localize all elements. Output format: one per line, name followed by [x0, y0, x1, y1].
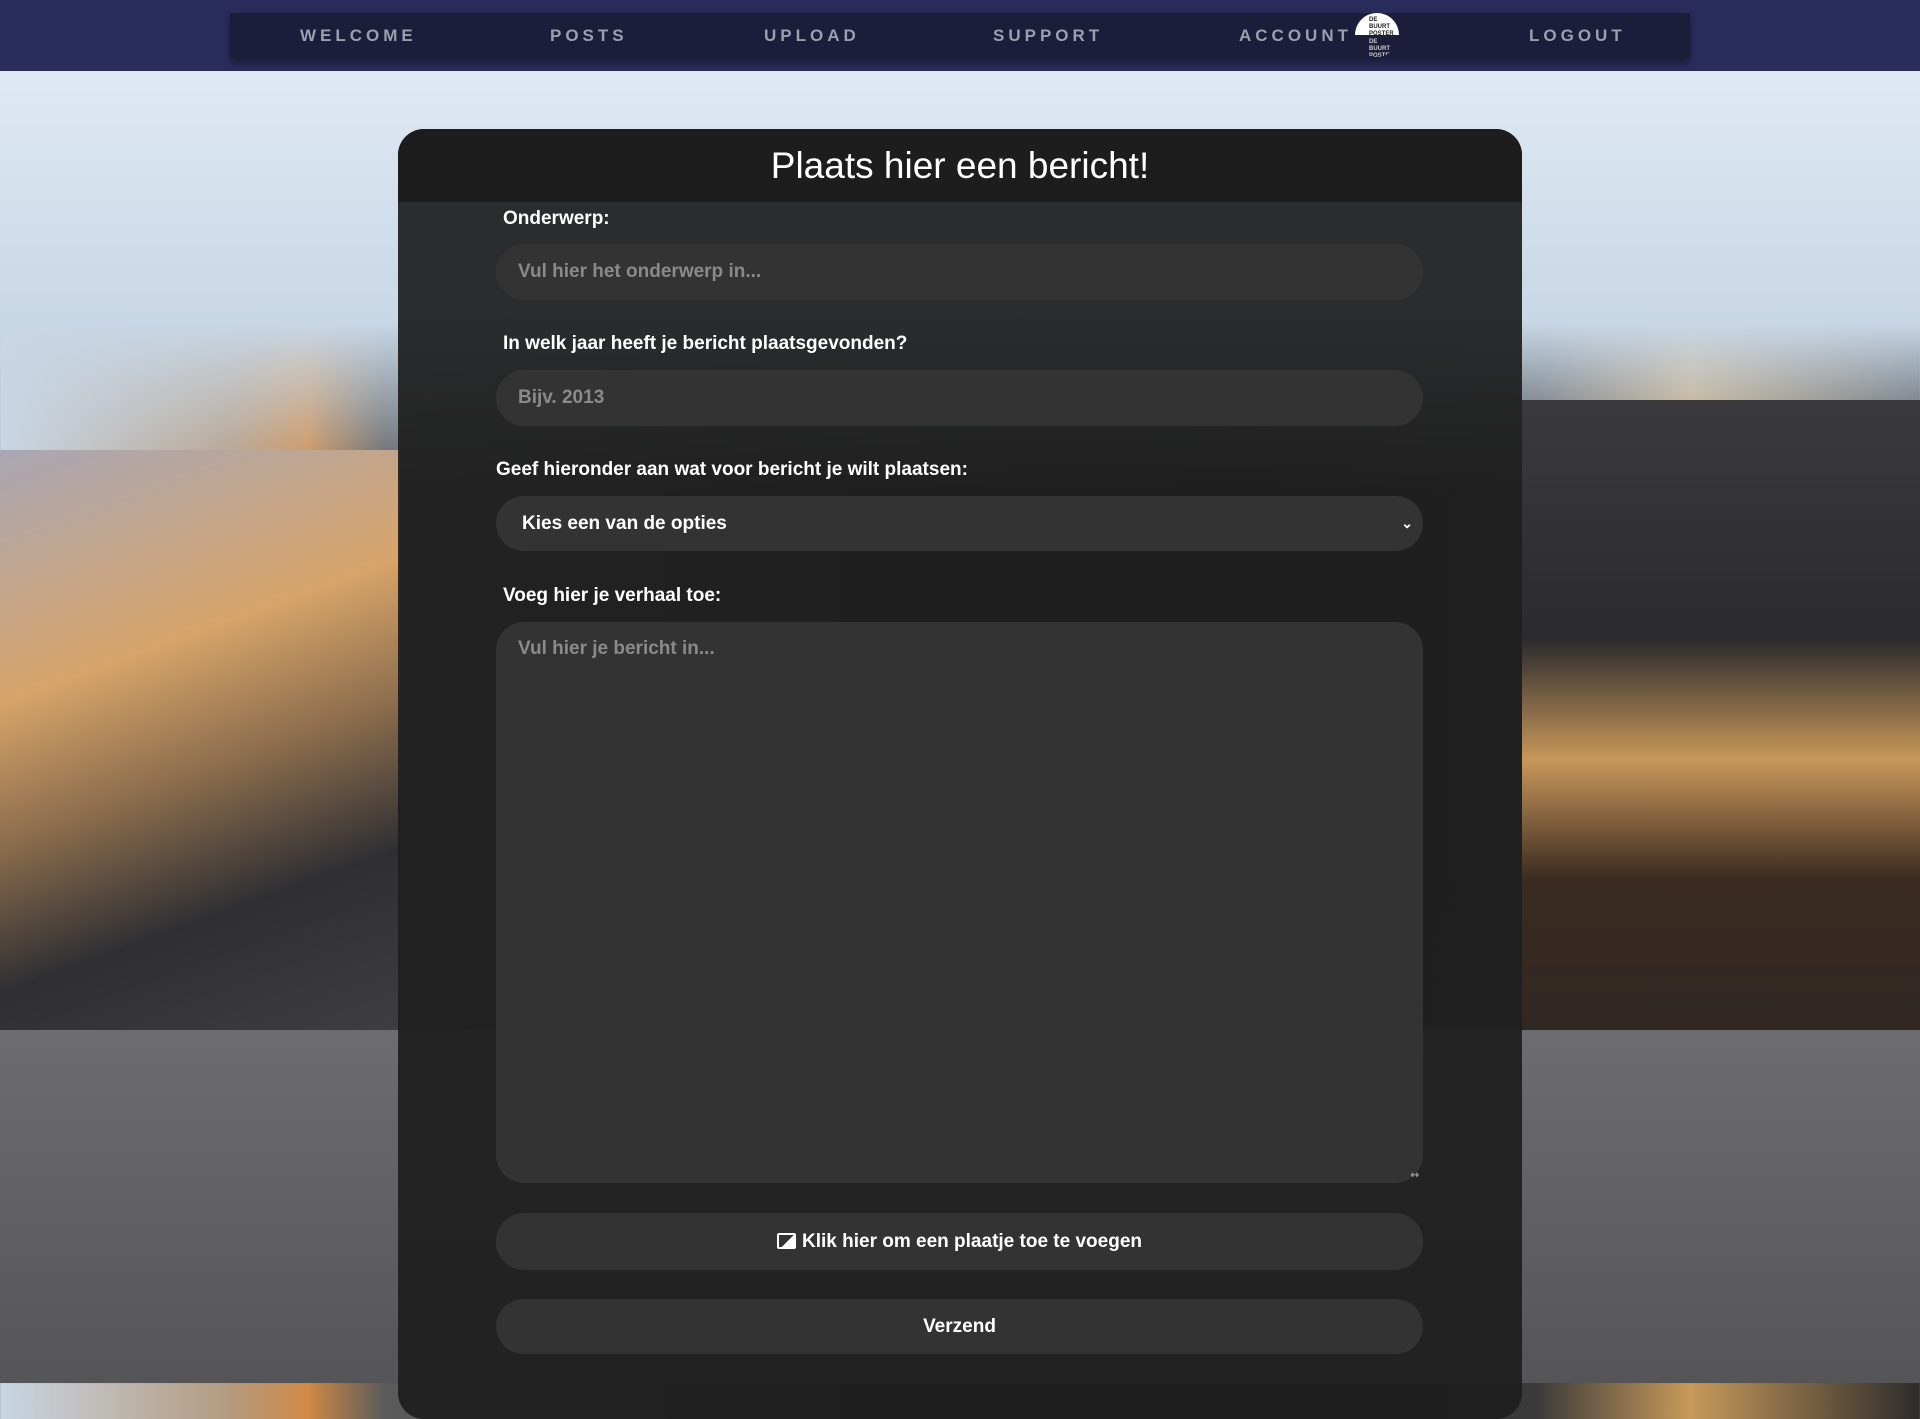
nav-welcome[interactable]: WELCOME — [300, 13, 417, 59]
nav-menu: WELCOME POSTS UPLOAD SUPPORT ACCOUNT DE … — [230, 13, 1690, 59]
story-textarea[interactable]: Vul hier je bericht in... ⇿ — [496, 622, 1423, 1183]
type-label: Geef hieronder aan wat voor bericht je w… — [496, 459, 968, 480]
subject-label: Onderwerp: — [503, 208, 610, 229]
buurtposter-logo[interactable]: DE BUURT POSTER DE BUURT POSTER — [1355, 13, 1399, 57]
type-select-value: Kies een van de opties — [522, 513, 727, 534]
story-placeholder: Vul hier je bericht in... — [518, 638, 715, 659]
chevron-down-icon: ⌄ — [1401, 515, 1413, 531]
submit-button[interactable]: Verzend — [496, 1299, 1423, 1354]
year-label: In welk jaar heeft je bericht plaatsgevo… — [503, 333, 908, 354]
nav-posts[interactable]: POSTS — [550, 13, 628, 59]
logo-text: DE BUURT POSTER — [1355, 13, 1399, 37]
add-image-label: Klik hier om een plaatje toe te voegen — [802, 1231, 1142, 1252]
story-label: Voeg hier je verhaal toe: — [503, 585, 722, 606]
add-image-button[interactable]: Klik hier om een plaatje toe te voegen — [496, 1213, 1423, 1270]
type-select[interactable]: Kies een van de opties ⌄ — [496, 496, 1423, 551]
logo-text-reflection: DE BUURT POSTER — [1369, 39, 1394, 57]
subject-input[interactable]: Vul hier het onderwerp in... — [496, 244, 1423, 300]
image-icon — [777, 1233, 796, 1249]
nav-upload[interactable]: UPLOAD — [764, 13, 860, 59]
nav-logout[interactable]: LOGOUT — [1529, 13, 1626, 59]
background-mural-left — [0, 450, 400, 1030]
nav-account[interactable]: ACCOUNT — [1239, 13, 1352, 59]
nav-support[interactable]: SUPPORT — [993, 13, 1103, 59]
resize-handle-icon[interactable]: ⇿ — [1411, 1170, 1419, 1181]
post-form-card: Plaats hier een bericht! Onderwerp: Vul … — [398, 129, 1522, 1419]
form-title: Plaats hier een bericht! — [398, 129, 1522, 202]
top-navbar: WELCOME POSTS UPLOAD SUPPORT ACCOUNT DE … — [0, 0, 1920, 71]
year-input[interactable]: Bijv. 2013 — [496, 370, 1423, 426]
